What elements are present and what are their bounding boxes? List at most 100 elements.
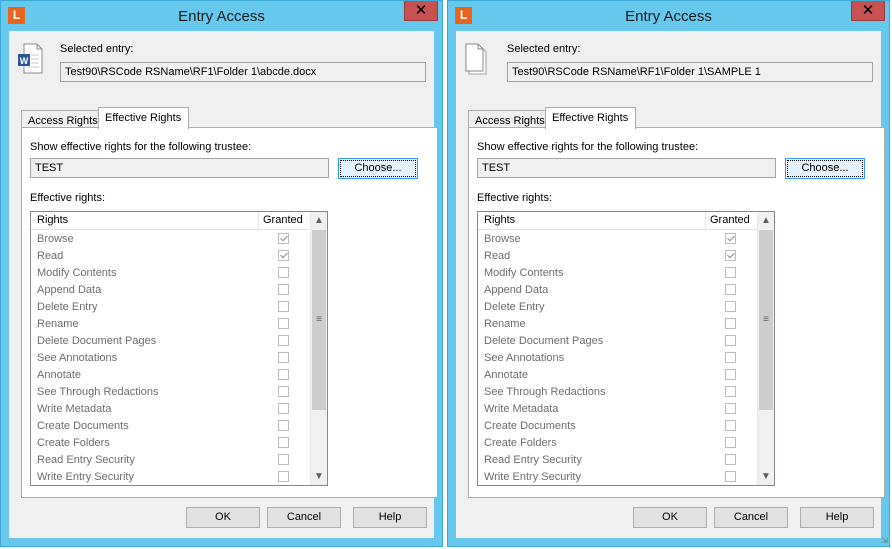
trustee-field[interactable]: TEST bbox=[477, 158, 776, 178]
tab-effective-rights[interactable]: Effective Rights bbox=[545, 107, 636, 129]
rights-row[interactable]: Write Entry Security bbox=[31, 469, 310, 485]
rights-row[interactable]: Create Folders bbox=[478, 435, 757, 452]
rights-row[interactable]: Annotate bbox=[478, 367, 757, 384]
column-divider[interactable] bbox=[705, 212, 706, 229]
granted-checkbox[interactable] bbox=[278, 437, 289, 448]
scroll-thumb[interactable]: ≡ bbox=[312, 230, 326, 410]
granted-checkbox[interactable] bbox=[725, 250, 736, 261]
scroll-down-arrow-icon[interactable]: ▼ bbox=[311, 468, 327, 485]
scroll-thumb[interactable]: ≡ bbox=[759, 230, 773, 410]
ok-button[interactable]: OK bbox=[186, 507, 260, 528]
granted-checkbox[interactable] bbox=[725, 233, 736, 244]
scroll-up-arrow-icon[interactable]: ▲ bbox=[758, 212, 774, 229]
rights-row[interactable]: See Annotations bbox=[31, 350, 310, 367]
column-header-granted[interactable]: Granted bbox=[710, 214, 750, 226]
rights-row[interactable]: Modify Contents bbox=[478, 265, 757, 282]
list-header: Rights Granted bbox=[478, 212, 757, 230]
rights-row[interactable]: See Through Redactions bbox=[478, 384, 757, 401]
scroll-down-arrow-icon[interactable]: ▼ bbox=[758, 468, 774, 485]
rights-row[interactable]: Append Data bbox=[478, 282, 757, 299]
granted-checkbox[interactable] bbox=[278, 352, 289, 363]
granted-checkbox[interactable] bbox=[725, 335, 736, 346]
help-button[interactable]: Help bbox=[353, 507, 427, 528]
rights-row[interactable]: Create Documents bbox=[478, 418, 757, 435]
rights-row[interactable]: Browse bbox=[478, 231, 757, 248]
granted-checkbox[interactable] bbox=[725, 301, 736, 312]
rights-row[interactable]: Delete Document Pages bbox=[478, 333, 757, 350]
rights-row[interactable]: Create Folders bbox=[31, 435, 310, 452]
title-bar[interactable]: L Entry Access ✕ bbox=[448, 1, 889, 31]
granted-checkbox[interactable] bbox=[725, 386, 736, 397]
granted-checkbox[interactable] bbox=[725, 403, 736, 414]
effective-rights-panel: Show effective rights for the following … bbox=[21, 127, 438, 498]
granted-checkbox[interactable] bbox=[725, 267, 736, 278]
cancel-button[interactable]: Cancel bbox=[267, 507, 341, 528]
column-divider[interactable] bbox=[258, 212, 259, 229]
help-button[interactable]: Help bbox=[800, 507, 874, 528]
rights-row[interactable]: Read bbox=[31, 248, 310, 265]
rights-row[interactable]: Read Entry Security bbox=[31, 452, 310, 469]
granted-checkbox[interactable] bbox=[725, 454, 736, 465]
rights-row[interactable]: Delete Entry bbox=[478, 299, 757, 316]
rights-row[interactable]: Read bbox=[478, 248, 757, 265]
granted-checkbox[interactable] bbox=[725, 437, 736, 448]
granted-checkbox[interactable] bbox=[725, 284, 736, 295]
vertical-scrollbar[interactable]: ▲ ≡ ▼ bbox=[310, 212, 327, 485]
rights-row[interactable]: Rename bbox=[31, 316, 310, 333]
choose-button[interactable]: Choose... bbox=[785, 158, 865, 179]
granted-checkbox[interactable] bbox=[278, 318, 289, 329]
close-button[interactable]: ✕ bbox=[851, 1, 885, 21]
rights-row[interactable]: Rename bbox=[478, 316, 757, 333]
rights-row[interactable]: Write Metadata bbox=[478, 401, 757, 418]
granted-checkbox[interactable] bbox=[725, 471, 736, 482]
column-header-rights[interactable]: Rights bbox=[37, 214, 68, 226]
trustee-label: Show effective rights for the following … bbox=[477, 141, 699, 153]
rights-row[interactable]: Read Entry Security bbox=[478, 452, 757, 469]
tab-effective-rights[interactable]: Effective Rights bbox=[98, 107, 189, 129]
ok-button[interactable]: OK bbox=[633, 507, 707, 528]
trustee-field[interactable]: TEST bbox=[30, 158, 329, 178]
granted-checkbox[interactable] bbox=[278, 386, 289, 397]
rights-row[interactable]: Delete Entry bbox=[31, 299, 310, 316]
column-header-rights[interactable]: Rights bbox=[484, 214, 515, 226]
rights-row[interactable]: See Through Redactions bbox=[31, 384, 310, 401]
rights-row[interactable]: Annotate bbox=[31, 367, 310, 384]
rights-row[interactable]: Create Documents bbox=[31, 418, 310, 435]
rights-list[interactable]: Rights Granted Browse Read Modify Contents… bbox=[30, 211, 328, 486]
resize-grip-icon[interactable]: ⇲ bbox=[881, 536, 888, 545]
rights-row[interactable]: Append Data bbox=[31, 282, 310, 299]
rights-row[interactable]: Browse bbox=[31, 231, 310, 248]
rights-row[interactable]: Modify Contents bbox=[31, 265, 310, 282]
rights-row[interactable]: Delete Document Pages bbox=[31, 333, 310, 350]
scroll-up-arrow-icon[interactable]: ▲ bbox=[311, 212, 327, 229]
close-button[interactable]: ✕ bbox=[404, 1, 438, 21]
right-name: Modify Contents bbox=[37, 267, 117, 279]
granted-checkbox[interactable] bbox=[278, 233, 289, 244]
rights-row[interactable]: Write Entry Security bbox=[478, 469, 757, 485]
rights-row[interactable]: See Annotations bbox=[478, 350, 757, 367]
right-name: See Through Redactions bbox=[37, 386, 159, 398]
effective-rights-label: Effective rights: bbox=[30, 192, 105, 204]
granted-checkbox[interactable] bbox=[278, 335, 289, 346]
granted-checkbox[interactable] bbox=[278, 267, 289, 278]
right-name: See Through Redactions bbox=[484, 386, 606, 398]
rights-list[interactable]: Rights Granted Browse Read Modify Contents… bbox=[477, 211, 775, 486]
granted-checkbox[interactable] bbox=[725, 369, 736, 380]
granted-checkbox[interactable] bbox=[725, 420, 736, 431]
choose-button[interactable]: Choose... bbox=[338, 158, 418, 179]
granted-checkbox[interactable] bbox=[278, 369, 289, 380]
vertical-scrollbar[interactable]: ▲ ≡ ▼ bbox=[757, 212, 774, 485]
granted-checkbox[interactable] bbox=[278, 403, 289, 414]
granted-checkbox[interactable] bbox=[278, 471, 289, 482]
title-bar[interactable]: L Entry Access ✕ bbox=[1, 1, 442, 31]
rights-row[interactable]: Write Metadata bbox=[31, 401, 310, 418]
cancel-button[interactable]: Cancel bbox=[714, 507, 788, 528]
granted-checkbox[interactable] bbox=[725, 352, 736, 363]
granted-checkbox[interactable] bbox=[278, 250, 289, 261]
granted-checkbox[interactable] bbox=[278, 420, 289, 431]
granted-checkbox[interactable] bbox=[278, 454, 289, 465]
granted-checkbox[interactable] bbox=[725, 318, 736, 329]
column-header-granted[interactable]: Granted bbox=[263, 214, 303, 226]
granted-checkbox[interactable] bbox=[278, 284, 289, 295]
granted-checkbox[interactable] bbox=[278, 301, 289, 312]
